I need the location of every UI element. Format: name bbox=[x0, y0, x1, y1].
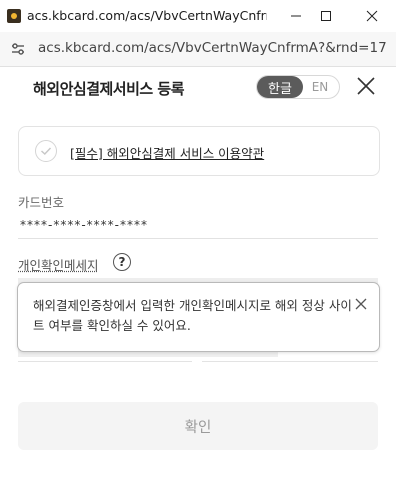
minimize-icon bbox=[291, 15, 301, 17]
terms-link[interactable]: [필수] 해외안심결제 서비스 이용약관 bbox=[70, 143, 264, 162]
close-icon[interactable] bbox=[354, 74, 378, 98]
window-close-icon bbox=[366, 10, 378, 22]
window-title: acs.kbcard.com/acs/VbvCertnWayCnfrm... bbox=[27, 8, 267, 23]
tooltip-text: 해외결제인증창에서 입력한 개인확인메시지로 해외 정상 사이트 여부를 확인하… bbox=[33, 298, 352, 333]
card-number-value: ****-****-****-**** bbox=[20, 218, 148, 232]
personal-message-label: 개인확인메세지 bbox=[18, 258, 99, 273]
checkmark-icon bbox=[40, 147, 52, 156]
terms-checkbox[interactable] bbox=[35, 140, 57, 162]
card-number-divider bbox=[18, 238, 378, 239]
page-title: 해외안심결제서비스 등록 bbox=[33, 80, 185, 98]
personal-message-input-underline bbox=[18, 361, 192, 362]
confirm-button[interactable]: 확인 bbox=[18, 402, 378, 450]
help-icon[interactable]: ? bbox=[113, 253, 131, 271]
language-korean-option[interactable]: 한글 bbox=[257, 76, 303, 98]
personal-message-input-underline bbox=[202, 361, 378, 362]
site-settings-icon[interactable] bbox=[10, 41, 26, 57]
window-close-button[interactable] bbox=[352, 0, 392, 32]
tooltip-close-icon[interactable] bbox=[354, 297, 368, 311]
url-text[interactable]: acs.kbcard.com/acs/VbvCertnWayCnfrmA?&rn… bbox=[38, 40, 388, 56]
card-number-label: 카드번호 bbox=[18, 195, 65, 210]
maximize-button[interactable] bbox=[306, 0, 346, 32]
language-english-option[interactable]: EN bbox=[305, 76, 335, 98]
site-favicon-icon bbox=[7, 9, 21, 23]
maximize-icon bbox=[321, 11, 331, 21]
